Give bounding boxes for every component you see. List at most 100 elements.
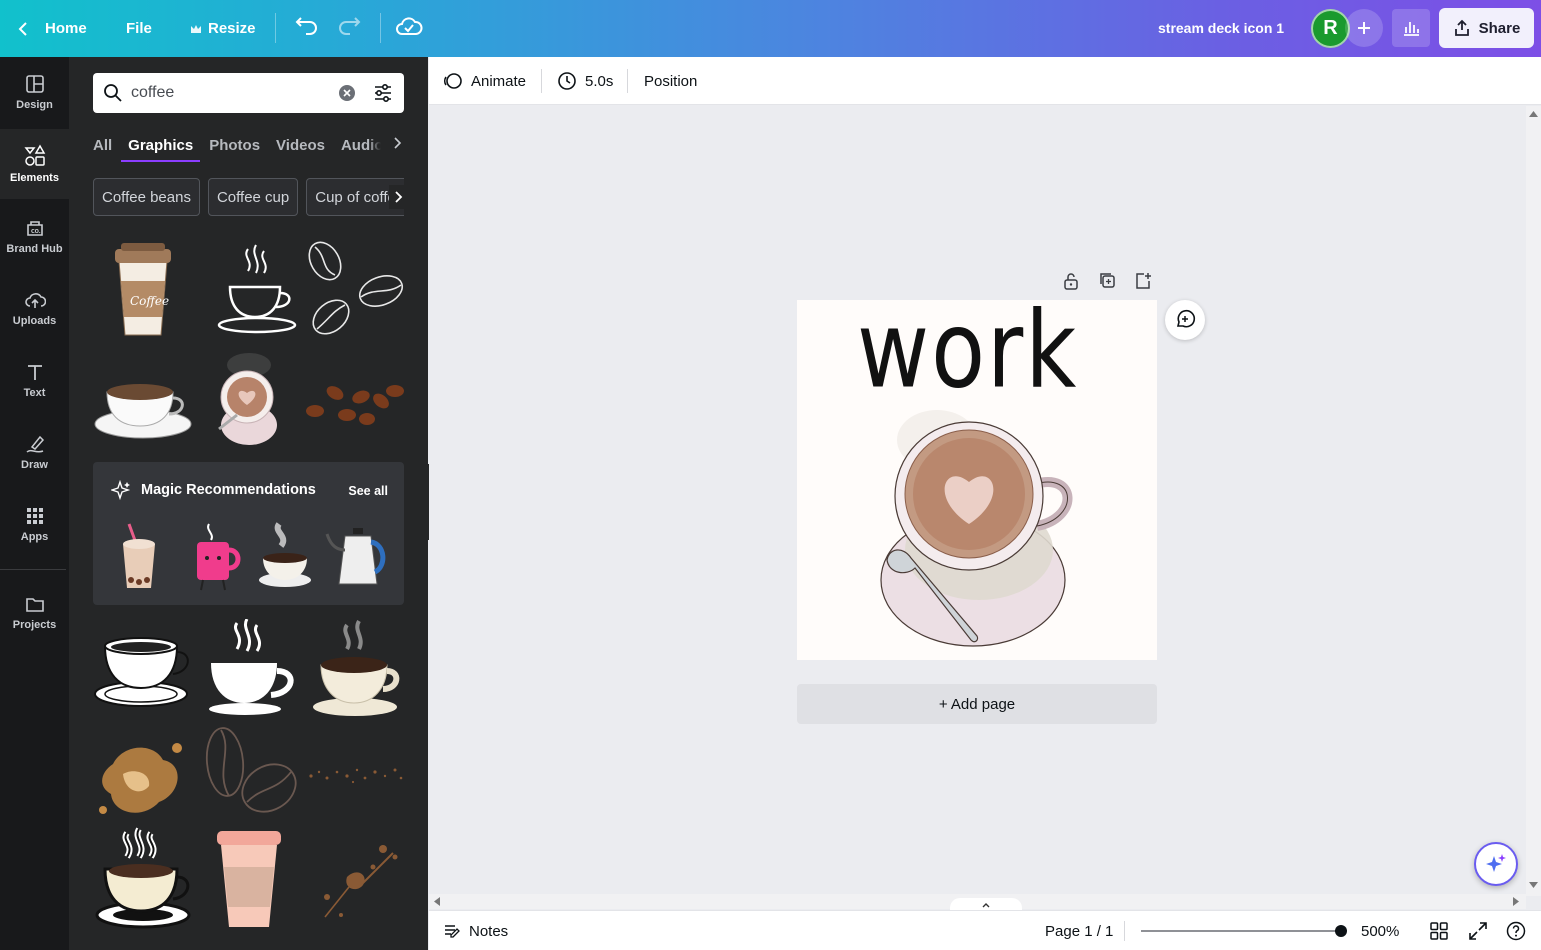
roasted-beans-icon <box>306 385 404 425</box>
upload-icon <box>24 293 46 308</box>
share-button[interactable]: Share <box>1439 8 1534 48</box>
sparkle-icon <box>1486 854 1506 872</box>
scroll-down-arrow <box>1529 882 1538 888</box>
latte-cup-graphic[interactable] <box>867 400 1087 650</box>
animate-label: Animate <box>471 72 527 90</box>
suggestion-chips: Coffee beans Coffee cup Cup of coffee <box>93 178 404 216</box>
rail-item-draw[interactable]: Draw <box>0 417 69 487</box>
resize-button[interactable]: Resize <box>190 9 256 49</box>
steaming-coffee-graphic[interactable] <box>255 520 315 592</box>
graphic-steaming-cup-outline[interactable] <box>205 237 309 341</box>
tab-videos[interactable]: Videos <box>276 129 325 161</box>
file-menu-button[interactable]: File <box>126 9 152 49</box>
rail-item-label: Design <box>16 99 53 111</box>
coffee-grounds-icon <box>309 768 403 784</box>
scroll-left-arrow <box>434 897 440 906</box>
animate-button[interactable]: Animate <box>443 69 526 93</box>
latte-cup-icon <box>218 353 277 445</box>
rail-item-apps[interactable]: Apps <box>0 489 69 559</box>
rail-item-uploads[interactable]: Uploads <box>0 273 69 343</box>
bar-chart-icon <box>1404 22 1419 36</box>
notes-button[interactable]: Notes <box>443 922 508 940</box>
cream-cup-icon <box>313 619 400 716</box>
top-bar: Home File Resize stream deck icon 1 R Sh… <box>0 0 1541 57</box>
rail-item-label: Uploads <box>12 315 57 327</box>
pour-over-kettle-graphic[interactable] <box>325 520 391 592</box>
filter-icon[interactable] <box>373 83 393 103</box>
undo-button[interactable] <box>290 12 320 47</box>
design-icon <box>25 75 44 93</box>
design-page[interactable]: work <box>797 300 1157 660</box>
rail-item-brand-hub[interactable]: CO. Brand Hub <box>0 201 69 271</box>
bubble-tea-graphic[interactable] <box>111 520 171 592</box>
clear-search-icon[interactable] <box>339 85 355 101</box>
tab-graphics[interactable]: Graphics <box>121 129 201 162</box>
add-page-icon[interactable] <box>1134 271 1152 291</box>
graphic-white-cup-silhouette[interactable] <box>197 617 301 721</box>
chevron-right-icon[interactable] <box>392 135 402 151</box>
duplicate-page-icon[interactable] <box>1098 271 1116 291</box>
rail-item-label: Draw <box>21 459 48 471</box>
add-collaborator-button[interactable] <box>1345 9 1383 47</box>
add-comment-button[interactable] <box>1165 300 1205 340</box>
chips-scroll-right[interactable] <box>389 185 407 209</box>
svg-text:Coffee: Coffee <box>130 294 169 308</box>
toolbar-divider <box>541 69 542 93</box>
rail-divider <box>0 569 66 570</box>
chevron-up-icon <box>982 903 990 908</box>
chip-coffee-beans[interactable]: Coffee beans <box>93 178 200 216</box>
insights-button[interactable] <box>1392 9 1430 47</box>
magic-assistant-button[interactable] <box>1474 842 1518 886</box>
graphic-coffee-stain[interactable] <box>91 722 195 826</box>
bottom-bar: Notes Page 1 / 1 500% <box>429 910 1541 950</box>
zoom-slider[interactable] <box>1141 930 1341 932</box>
plus-icon <box>1358 22 1370 34</box>
graphic-sketched-coffee-beans[interactable] <box>197 722 301 826</box>
grid-view-icon[interactable] <box>1429 921 1449 941</box>
see-all-link[interactable]: See all <box>348 484 388 498</box>
fullscreen-icon[interactable] <box>1468 921 1488 941</box>
canvas-text-work[interactable]: work <box>857 300 1078 413</box>
animate-icon <box>443 73 462 89</box>
duration-button[interactable]: 5.0s <box>557 69 613 93</box>
graphic-sketched-coffee-cup[interactable] <box>91 617 195 721</box>
rail-item-text[interactable]: Text <box>0 345 69 415</box>
graphic-coffee-splash[interactable] <box>303 827 407 931</box>
lock-icon[interactable] <box>1062 271 1080 291</box>
graphic-coffee-beans-outline[interactable] <box>303 237 407 341</box>
chip-coffee-cup[interactable]: Coffee cup <box>207 178 299 216</box>
add-page-button[interactable]: + Add page <box>797 684 1157 724</box>
rail-item-elements[interactable]: Elements <box>0 129 69 199</box>
graphic-coffee-grounds-scatter[interactable] <box>303 722 407 826</box>
graphic-pink-takeaway-cup[interactable] <box>197 827 301 931</box>
save-status-button[interactable] <box>394 12 424 47</box>
pink-mug-character-graphic[interactable] <box>185 520 245 592</box>
graphic-outlined-cup-sticker[interactable] <box>91 827 195 931</box>
help-icon[interactable] <box>1506 921 1526 941</box>
tab-audio[interactable]: Audio <box>341 129 381 161</box>
graphic-coffee-cup-saucer[interactable] <box>91 349 195 453</box>
graphic-latte-art-cup[interactable] <box>197 349 301 453</box>
vertical-scrollbar[interactable] <box>1526 106 1541 896</box>
page-indicator[interactable]: Page 1 / 1 <box>1045 923 1113 940</box>
position-button[interactable]: Position <box>644 69 697 93</box>
graphic-roasted-coffee-beans[interactable] <box>303 349 407 453</box>
search-icon <box>104 84 122 102</box>
chip-label: Coffee beans <box>102 188 191 206</box>
undo-icon <box>295 17 317 35</box>
svg-text:CO.: CO. <box>31 229 41 235</box>
graphic-takeaway-coffee-cup[interactable]: Coffee <box>91 237 195 341</box>
search-input[interactable] <box>131 81 321 105</box>
redo-button[interactable] <box>336 12 366 47</box>
tab-photos[interactable]: Photos <box>209 129 260 161</box>
graphic-cream-coffee-cup[interactable] <box>303 617 407 721</box>
home-button[interactable]: Home <box>14 9 87 49</box>
tab-all[interactable]: All <box>93 129 112 161</box>
design-title[interactable]: stream deck icon 1 <box>1158 20 1284 36</box>
rail-item-projects[interactable]: Projects <box>0 577 69 647</box>
zoom-level[interactable]: 500% <box>1361 923 1399 940</box>
zoom-slider-handle[interactable] <box>1335 925 1347 937</box>
rail-item-design[interactable]: Design <box>0 57 69 127</box>
notes-icon <box>445 925 460 938</box>
left-rail: Design Elements CO. Brand Hub Uploads Te… <box>0 57 69 950</box>
